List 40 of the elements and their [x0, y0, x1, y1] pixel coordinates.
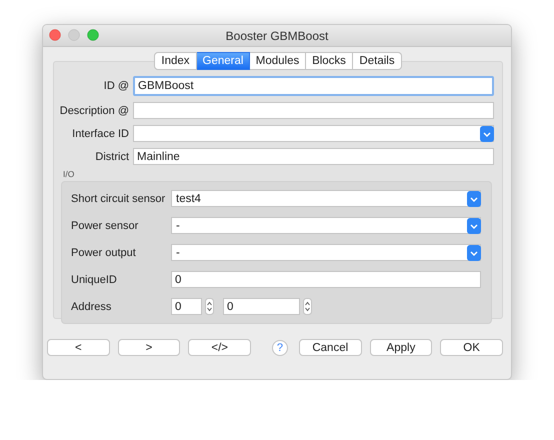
group-title: I/O [63, 169, 76, 179]
field-label: ID @ [102, 80, 129, 92]
dropdown[interactable] [133, 125, 494, 142]
button[interactable]: Apply [370, 339, 432, 356]
field-label: Description @ [58, 104, 129, 116]
stepper-icon[interactable] [205, 298, 214, 315]
text-field[interactable]: GBMBoost [133, 76, 494, 96]
help-button[interactable]: ? [272, 340, 288, 356]
number-field[interactable]: 0 [223, 298, 300, 315]
chevron-icon[interactable] [467, 190, 481, 206]
dropdown[interactable]: test4 [171, 190, 481, 207]
text-field[interactable] [133, 102, 494, 119]
button[interactable]: > [118, 339, 180, 356]
zoom-icon[interactable] [87, 29, 99, 41]
stepper-icon[interactable] [303, 298, 312, 315]
chevron-icon[interactable] [467, 218, 481, 234]
field-label: UniqueID [71, 274, 118, 286]
dropdown[interactable]: - [171, 217, 481, 234]
text-field[interactable]: 0 [171, 271, 481, 288]
tab[interactable]: Modules [250, 52, 306, 70]
chevron-icon[interactable] [467, 244, 481, 260]
field-label: Power sensor [71, 220, 140, 232]
button[interactable]: OK [440, 339, 503, 356]
field-label: Interface ID [71, 128, 129, 140]
window-title: Booster GBMBoost [226, 28, 328, 42]
text-field[interactable]: Mainline [133, 148, 494, 165]
number-field[interactable]: 0 [171, 298, 202, 315]
field-label: Power output [71, 246, 137, 258]
button[interactable]: Cancel [298, 339, 362, 356]
chevron-icon[interactable] [480, 126, 494, 142]
field-label: Address [71, 300, 112, 312]
dropdown[interactable]: - [171, 244, 481, 261]
tab[interactable]: Index [154, 52, 197, 70]
tab[interactable]: Details [353, 52, 402, 70]
field-label: District [94, 150, 129, 162]
close-icon[interactable] [49, 29, 61, 41]
tab[interactable]: Blocks [306, 52, 353, 70]
button[interactable]: < [47, 339, 110, 356]
field-label: Short circuit sensor [71, 192, 166, 204]
button[interactable]: </> [188, 339, 252, 356]
